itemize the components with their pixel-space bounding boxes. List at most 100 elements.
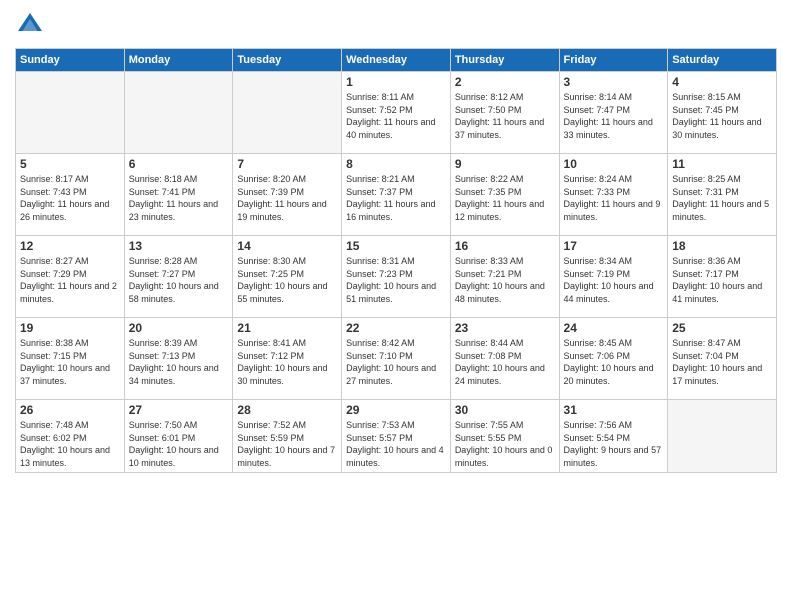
- day-info-28: Sunrise: 7:52 AMSunset: 5:59 PMDaylight:…: [237, 419, 337, 469]
- day-info-8: Sunrise: 8:21 AMSunset: 7:37 PMDaylight:…: [346, 173, 446, 223]
- calendar-cell-17: 17 Sunrise: 8:34 AMSunset: 7:19 PMDayligh…: [559, 236, 668, 318]
- day-number-16: 16: [455, 239, 555, 253]
- calendar-cell-empty-2: [233, 72, 342, 154]
- calendar-cell-10: 10 Sunrise: 8:24 AMSunset: 7:33 PMDayligh…: [559, 154, 668, 236]
- calendar-cell-8: 8 Sunrise: 8:21 AMSunset: 7:37 PMDaylight…: [342, 154, 451, 236]
- day-info-30: Sunrise: 7:55 AMSunset: 5:55 PMDaylight:…: [455, 419, 555, 469]
- day-number-3: 3: [564, 75, 664, 89]
- calendar-cell-empty-0: [16, 72, 125, 154]
- calendar-cell-25: 25Sunrise: 8:47 AMSunset: 7:04 PMDayligh…: [668, 318, 777, 400]
- day-number-20: 20: [129, 321, 229, 335]
- header: [15, 10, 777, 40]
- day-number-7: 7: [237, 157, 337, 171]
- day-info-4: Sunrise: 8:15 AMSunset: 7:45 PMDaylight:…: [672, 91, 772, 141]
- day-number-23: 23: [455, 321, 555, 335]
- day-info-29: Sunrise: 7:53 AMSunset: 5:57 PMDaylight:…: [346, 419, 446, 469]
- calendar-cell-6: 6 Sunrise: 8:18 AMSunset: 7:41 PMDaylight…: [124, 154, 233, 236]
- day-info-6: Sunrise: 8:18 AMSunset: 7:41 PMDaylight:…: [129, 173, 229, 223]
- day-number-17: 17: [564, 239, 664, 253]
- calendar: SundayMondayTuesdayWednesdayThursdayFrid…: [15, 48, 777, 473]
- day-info-23: Sunrise: 8:44 AMSunset: 7:08 PMDaylight:…: [455, 337, 555, 387]
- day-info-5: Sunrise: 8:17 AMSunset: 7:43 PMDaylight:…: [20, 173, 120, 223]
- weekday-header-tuesday: Tuesday: [233, 49, 342, 72]
- day-info-20: Sunrise: 8:39 AMSunset: 7:13 PMDaylight:…: [129, 337, 229, 387]
- calendar-row-2: 12 Sunrise: 8:27 AMSunset: 7:29 PMDayligh…: [16, 236, 777, 318]
- calendar-cell-28: 28Sunrise: 7:52 AMSunset: 5:59 PMDayligh…: [233, 400, 342, 473]
- day-info-11: Sunrise: 8:25 AMSunset: 7:31 PMDaylight:…: [672, 173, 772, 223]
- day-info-19: Sunrise: 8:38 AMSunset: 7:15 PMDaylight:…: [20, 337, 120, 387]
- day-number-6: 6: [129, 157, 229, 171]
- calendar-cell-1: 1 Sunrise: 8:11 AMSunset: 7:52 PMDaylight…: [342, 72, 451, 154]
- day-info-24: Sunrise: 8:45 AMSunset: 7:06 PMDaylight:…: [564, 337, 664, 387]
- weekday-header-friday: Friday: [559, 49, 668, 72]
- day-info-15: Sunrise: 8:31 AMSunset: 7:23 PMDaylight:…: [346, 255, 446, 305]
- day-info-13: Sunrise: 8:28 AMSunset: 7:27 PMDaylight:…: [129, 255, 229, 305]
- day-info-31: Sunrise: 7:56 AMSunset: 5:54 PMDaylight:…: [564, 419, 664, 469]
- day-number-27: 27: [129, 403, 229, 417]
- calendar-cell-12: 12 Sunrise: 8:27 AMSunset: 7:29 PMDayligh…: [16, 236, 125, 318]
- calendar-cell-21: 21Sunrise: 8:41 AMSunset: 7:12 PMDayligh…: [233, 318, 342, 400]
- calendar-cell-7: 7 Sunrise: 8:20 AMSunset: 7:39 PMDaylight…: [233, 154, 342, 236]
- calendar-header-row: SundayMondayTuesdayWednesdayThursdayFrid…: [16, 49, 777, 72]
- calendar-cell-13: 13Sunrise: 8:28 AMSunset: 7:27 PMDayligh…: [124, 236, 233, 318]
- calendar-cell-9: 9 Sunrise: 8:22 AMSunset: 7:35 PMDaylight…: [450, 154, 559, 236]
- day-number-25: 25: [672, 321, 772, 335]
- calendar-cell-31: 31 Sunrise: 7:56 AMSunset: 5:54 PMDayligh…: [559, 400, 668, 473]
- day-number-5: 5: [20, 157, 120, 171]
- calendar-cell-4: 4 Sunrise: 8:15 AMSunset: 7:45 PMDaylight…: [668, 72, 777, 154]
- day-number-29: 29: [346, 403, 446, 417]
- day-number-22: 22: [346, 321, 446, 335]
- day-number-10: 10: [564, 157, 664, 171]
- calendar-row-0: 1 Sunrise: 8:11 AMSunset: 7:52 PMDaylight…: [16, 72, 777, 154]
- calendar-cell-27: 27 Sunrise: 7:50 AMSunset: 6:01 PMDayligh…: [124, 400, 233, 473]
- page: SundayMondayTuesdayWednesdayThursdayFrid…: [0, 0, 792, 612]
- weekday-header-wednesday: Wednesday: [342, 49, 451, 72]
- day-number-19: 19: [20, 321, 120, 335]
- day-info-9: Sunrise: 8:22 AMSunset: 7:35 PMDaylight:…: [455, 173, 555, 223]
- calendar-cell-18: 18 Sunrise: 8:36 AMSunset: 7:17 PMDayligh…: [668, 236, 777, 318]
- calendar-cell-2: 2 Sunrise: 8:12 AMSunset: 7:50 PMDaylight…: [450, 72, 559, 154]
- day-info-1: Sunrise: 8:11 AMSunset: 7:52 PMDaylight:…: [346, 91, 446, 141]
- weekday-header-thursday: Thursday: [450, 49, 559, 72]
- day-number-4: 4: [672, 75, 772, 89]
- day-number-1: 1: [346, 75, 446, 89]
- day-info-22: Sunrise: 8:42 AMSunset: 7:10 PMDaylight:…: [346, 337, 446, 387]
- calendar-cell-26: 26Sunrise: 7:48 AMSunset: 6:02 PMDayligh…: [16, 400, 125, 473]
- day-number-8: 8: [346, 157, 446, 171]
- calendar-cell-empty-1: [124, 72, 233, 154]
- day-number-21: 21: [237, 321, 337, 335]
- day-number-2: 2: [455, 75, 555, 89]
- calendar-cell-3: 3Sunrise: 8:14 AMSunset: 7:47 PMDaylight…: [559, 72, 668, 154]
- day-info-17: Sunrise: 8:34 AMSunset: 7:19 PMDaylight:…: [564, 255, 664, 305]
- calendar-cell-empty-34: [668, 400, 777, 473]
- calendar-cell-24: 24 Sunrise: 8:45 AMSunset: 7:06 PMDayligh…: [559, 318, 668, 400]
- day-number-9: 9: [455, 157, 555, 171]
- day-info-18: Sunrise: 8:36 AMSunset: 7:17 PMDaylight:…: [672, 255, 772, 305]
- logo: [15, 10, 49, 40]
- day-number-12: 12: [20, 239, 120, 253]
- day-info-2: Sunrise: 8:12 AMSunset: 7:50 PMDaylight:…: [455, 91, 555, 141]
- day-number-30: 30: [455, 403, 555, 417]
- day-number-24: 24: [564, 321, 664, 335]
- calendar-row-1: 5 Sunrise: 8:17 AMSunset: 7:43 PMDaylight…: [16, 154, 777, 236]
- calendar-cell-16: 16 Sunrise: 8:33 AMSunset: 7:21 PMDayligh…: [450, 236, 559, 318]
- day-info-10: Sunrise: 8:24 AMSunset: 7:33 PMDaylight:…: [564, 173, 664, 223]
- day-info-7: Sunrise: 8:20 AMSunset: 7:39 PMDaylight:…: [237, 173, 337, 223]
- calendar-cell-14: 14 Sunrise: 8:30 AMSunset: 7:25 PMDayligh…: [233, 236, 342, 318]
- calendar-cell-23: 23 Sunrise: 8:44 AMSunset: 7:08 PMDayligh…: [450, 318, 559, 400]
- day-number-14: 14: [237, 239, 337, 253]
- day-info-16: Sunrise: 8:33 AMSunset: 7:21 PMDaylight:…: [455, 255, 555, 305]
- calendar-row-3: 19 Sunrise: 8:38 AMSunset: 7:15 PMDayligh…: [16, 318, 777, 400]
- day-number-26: 26: [20, 403, 120, 417]
- day-info-12: Sunrise: 8:27 AMSunset: 7:29 PMDaylight:…: [20, 255, 120, 305]
- weekday-header-monday: Monday: [124, 49, 233, 72]
- day-info-27: Sunrise: 7:50 AMSunset: 6:01 PMDaylight:…: [129, 419, 229, 469]
- calendar-cell-11: 11Sunrise: 8:25 AMSunset: 7:31 PMDayligh…: [668, 154, 777, 236]
- day-info-14: Sunrise: 8:30 AMSunset: 7:25 PMDaylight:…: [237, 255, 337, 305]
- calendar-cell-5: 5 Sunrise: 8:17 AMSunset: 7:43 PMDaylight…: [16, 154, 125, 236]
- calendar-row-4: 26Sunrise: 7:48 AMSunset: 6:02 PMDayligh…: [16, 400, 777, 473]
- day-number-18: 18: [672, 239, 772, 253]
- day-number-31: 31: [564, 403, 664, 417]
- weekday-header-saturday: Saturday: [668, 49, 777, 72]
- calendar-cell-22: 22 Sunrise: 8:42 AMSunset: 7:10 PMDayligh…: [342, 318, 451, 400]
